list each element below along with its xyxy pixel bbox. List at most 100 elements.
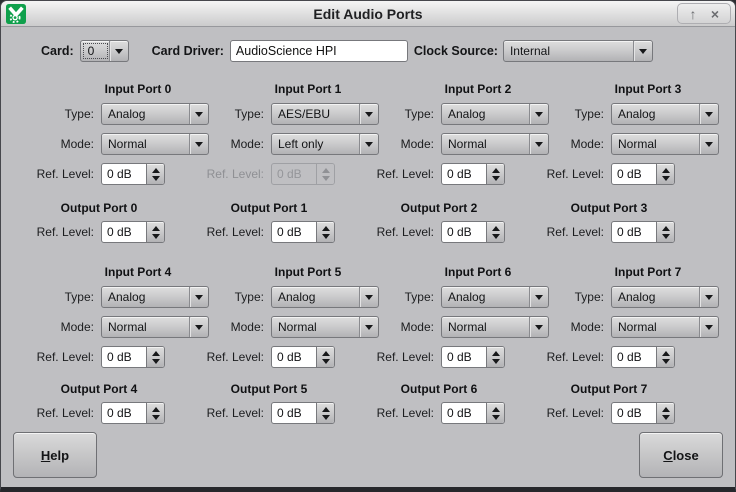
ref-level-row: Ref. Level: 0 dB	[521, 163, 719, 185]
spin-down-icon	[152, 359, 160, 364]
port-title: Input Port 7	[591, 265, 705, 280]
clock-source-label: Clock Source:	[414, 44, 498, 58]
ref-level-row: Ref. Level: 0 dB	[521, 221, 719, 243]
output-port-5-ref-level-spinbox[interactable]: 0 dB	[271, 402, 335, 424]
spinner-buttons[interactable]	[656, 347, 674, 367]
window-controls: ↑ ×	[677, 3, 731, 24]
ref-level-label: Ref. Level:	[11, 350, 101, 364]
spinner-buttons[interactable]	[316, 403, 334, 423]
input-port-3-mode-combo[interactable]: Normal	[611, 133, 719, 155]
spinner-buttons[interactable]	[486, 403, 504, 423]
input-port-7-panel: Input Port 7 Type: Analog Mode: Normal R…	[521, 265, 719, 376]
close-window-button[interactable]: ×	[706, 5, 724, 23]
spin-value: 0 dB	[102, 164, 146, 184]
output-port-1-ref-level-spinbox[interactable]: 0 dB	[271, 221, 335, 243]
ref-level-row: Ref. Level: 0 dB	[181, 221, 379, 243]
spin-value: 0 dB	[102, 403, 146, 423]
input-port-2-ref-level-spinbox[interactable]: 0 dB	[441, 163, 505, 185]
ref-level-label: Ref. Level:	[11, 406, 101, 420]
spin-down-icon	[152, 415, 160, 420]
spin-up-icon	[152, 407, 160, 412]
type-label: Type:	[351, 107, 441, 121]
spinner-buttons[interactable]	[316, 347, 334, 367]
type-row: Type: AES/EBU	[181, 103, 379, 125]
chevron-down-icon	[699, 317, 718, 337]
shade-button[interactable]: ↑	[684, 5, 702, 23]
ref-level-row: Ref. Level: 0 dB	[521, 346, 719, 368]
spinner-buttons[interactable]	[656, 222, 674, 242]
ref-level-label: Ref. Level:	[181, 225, 271, 239]
mode-label: Mode:	[11, 320, 101, 334]
clock-source-combo[interactable]: Internal	[503, 40, 653, 62]
output-port-6-ref-level-spinbox[interactable]: 0 dB	[441, 402, 505, 424]
type-row: Type: Analog	[11, 286, 209, 308]
output-port-3-ref-level-spinbox[interactable]: 0 dB	[611, 221, 675, 243]
type-label: Type:	[181, 290, 271, 304]
dialog-footer: Help Close	[13, 432, 723, 478]
spin-down-icon	[322, 415, 330, 420]
spinner-buttons[interactable]	[486, 164, 504, 184]
spin-up-icon	[662, 351, 670, 356]
ref-level-label: Ref. Level:	[521, 167, 611, 181]
output-port-7-ref-level-spinbox[interactable]: 0 dB	[611, 402, 675, 424]
input-port-3-type-combo[interactable]: Analog	[611, 103, 719, 125]
ref-level-label: Ref. Level:	[181, 406, 271, 420]
mode-label: Mode:	[521, 137, 611, 151]
help-button[interactable]: Help	[13, 432, 97, 478]
input-ports-4-7-section: Input Port 4 Type: Analog Mode: Normal R…	[1, 265, 735, 376]
card-combo[interactable]: 0	[80, 40, 129, 62]
input-port-7-type-combo[interactable]: Analog	[611, 286, 719, 308]
combo-value: Internal	[504, 41, 633, 61]
port-title: Input Port 4	[81, 265, 195, 280]
input-port-6-ref-level-spinbox[interactable]: 0 dB	[441, 346, 505, 368]
spinner-buttons[interactable]	[486, 222, 504, 242]
spin-up-icon	[662, 168, 670, 173]
ref-level-row: Ref. Level: 0 dB	[351, 221, 549, 243]
spin-value: 0 dB	[102, 222, 146, 242]
output-port-0-ref-level-spinbox[interactable]: 0 dB	[101, 221, 165, 243]
port-title: Output Port 2	[351, 201, 527, 216]
port-title: Input Port 6	[421, 265, 535, 280]
ref-level-row: Ref. Level: 0 dB	[521, 402, 719, 424]
combo-value: Normal	[442, 317, 529, 337]
output-port-2-ref-level-spinbox[interactable]: 0 dB	[441, 221, 505, 243]
mode-row: Mode: Left only	[181, 133, 379, 155]
input-port-6-panel: Input Port 6 Type: Analog Mode: Normal R…	[351, 265, 549, 376]
input-port-4-panel: Input Port 4 Type: Analog Mode: Normal R…	[11, 265, 209, 376]
output-port-4-ref-level-spinbox[interactable]: 0 dB	[101, 402, 165, 424]
spinner-buttons[interactable]	[146, 222, 164, 242]
output-port-6-panel: Output Port 6 Ref. Level: 0 dB	[351, 382, 549, 432]
card-driver-field[interactable]: AudioScience HPI	[230, 40, 408, 62]
spinner-buttons[interactable]	[146, 164, 164, 184]
spin-up-icon	[152, 351, 160, 356]
combo-value: Normal	[102, 134, 189, 154]
input-port-4-ref-level-spinbox[interactable]: 0 dB	[101, 346, 165, 368]
combo-value: Analog	[612, 287, 699, 307]
spin-up-icon	[492, 351, 500, 356]
output-port-2-panel: Output Port 2 Ref. Level: 0 dB	[351, 201, 549, 251]
mode-label: Mode:	[11, 137, 101, 151]
input-port-0-ref-level-spinbox[interactable]: 0 dB	[101, 163, 165, 185]
type-row: Type: Analog	[181, 286, 379, 308]
spinner-buttons[interactable]	[656, 403, 674, 423]
input-port-1-panel: Input Port 1 Type: AES/EBU Mode: Left on…	[181, 82, 379, 193]
spinner-buttons[interactable]	[656, 164, 674, 184]
type-label: Type:	[11, 290, 101, 304]
spin-value: 0 dB	[612, 164, 656, 184]
type-row: Type: Analog	[351, 286, 549, 308]
spin-down-icon	[492, 415, 500, 420]
spinner-buttons[interactable]	[146, 347, 164, 367]
spinner-buttons[interactable]	[486, 347, 504, 367]
spinner-buttons[interactable]	[316, 222, 334, 242]
type-label: Type:	[351, 290, 441, 304]
spinner-buttons[interactable]	[146, 403, 164, 423]
input-port-7-ref-level-spinbox[interactable]: 0 dB	[611, 346, 675, 368]
spin-up-icon	[322, 226, 330, 231]
input-port-7-mode-combo[interactable]: Normal	[611, 316, 719, 338]
combo-value: 0	[83, 43, 108, 59]
spin-up-icon	[152, 226, 160, 231]
input-port-5-ref-level-spinbox[interactable]: 0 dB	[271, 346, 335, 368]
input-port-3-ref-level-spinbox[interactable]: 0 dB	[611, 163, 675, 185]
close-button[interactable]: Close	[639, 432, 723, 478]
combo-value: Left only	[272, 134, 359, 154]
